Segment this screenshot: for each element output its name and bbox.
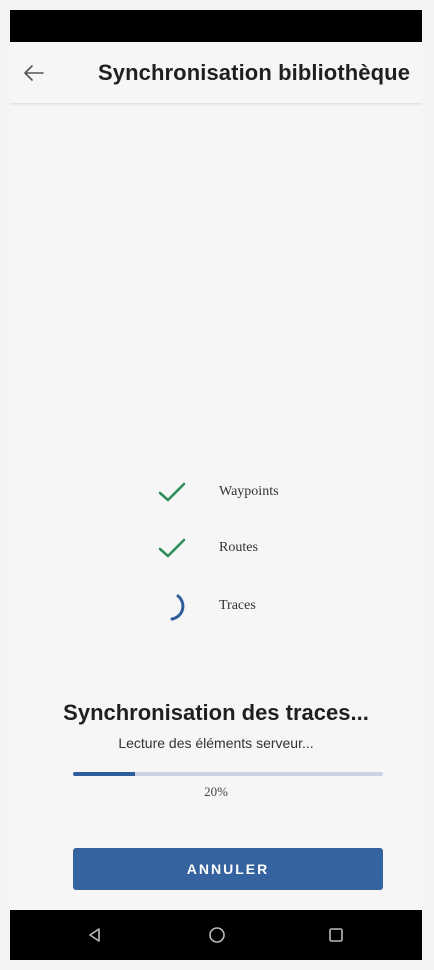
- progress-title: Synchronisation des traces...: [63, 700, 369, 725]
- system-navigation-bar: [10, 910, 422, 960]
- back-button[interactable]: [24, 58, 64, 88]
- step-traces: Traces: [10, 586, 422, 626]
- spinner-icon: [156, 590, 188, 622]
- cancel-button[interactable]: ANNULER: [73, 848, 383, 890]
- phone-screen: Synchronisation bibliothèque Waypoints R…: [10, 10, 422, 960]
- step-waypoints: Waypoints: [10, 472, 422, 512]
- app-bar: Synchronisation bibliothèque: [10, 42, 422, 104]
- step-label: Routes: [219, 540, 258, 555]
- nav-home-button[interactable]: [204, 922, 230, 948]
- square-recents-icon: [329, 928, 343, 942]
- progress-percent: 20%: [204, 784, 228, 799]
- status-bar: [10, 10, 422, 42]
- step-label: Traces: [219, 598, 256, 613]
- check-icon: [156, 532, 188, 564]
- step-routes: Routes: [10, 528, 422, 568]
- nav-recents-button[interactable]: [323, 922, 349, 948]
- progress-bar: [73, 772, 383, 776]
- step-label: Waypoints: [219, 484, 279, 499]
- page-title: Synchronisation bibliothèque: [98, 60, 411, 85]
- arrow-left-icon: [24, 65, 44, 81]
- nav-back-button[interactable]: [81, 922, 107, 948]
- circle-home-icon: [209, 927, 225, 943]
- check-icon: [156, 476, 188, 508]
- progress-subtitle: Lecture des éléments serveur...: [118, 735, 314, 751]
- progress-bar-fill: [73, 772, 135, 776]
- triangle-back-icon: [89, 928, 100, 942]
